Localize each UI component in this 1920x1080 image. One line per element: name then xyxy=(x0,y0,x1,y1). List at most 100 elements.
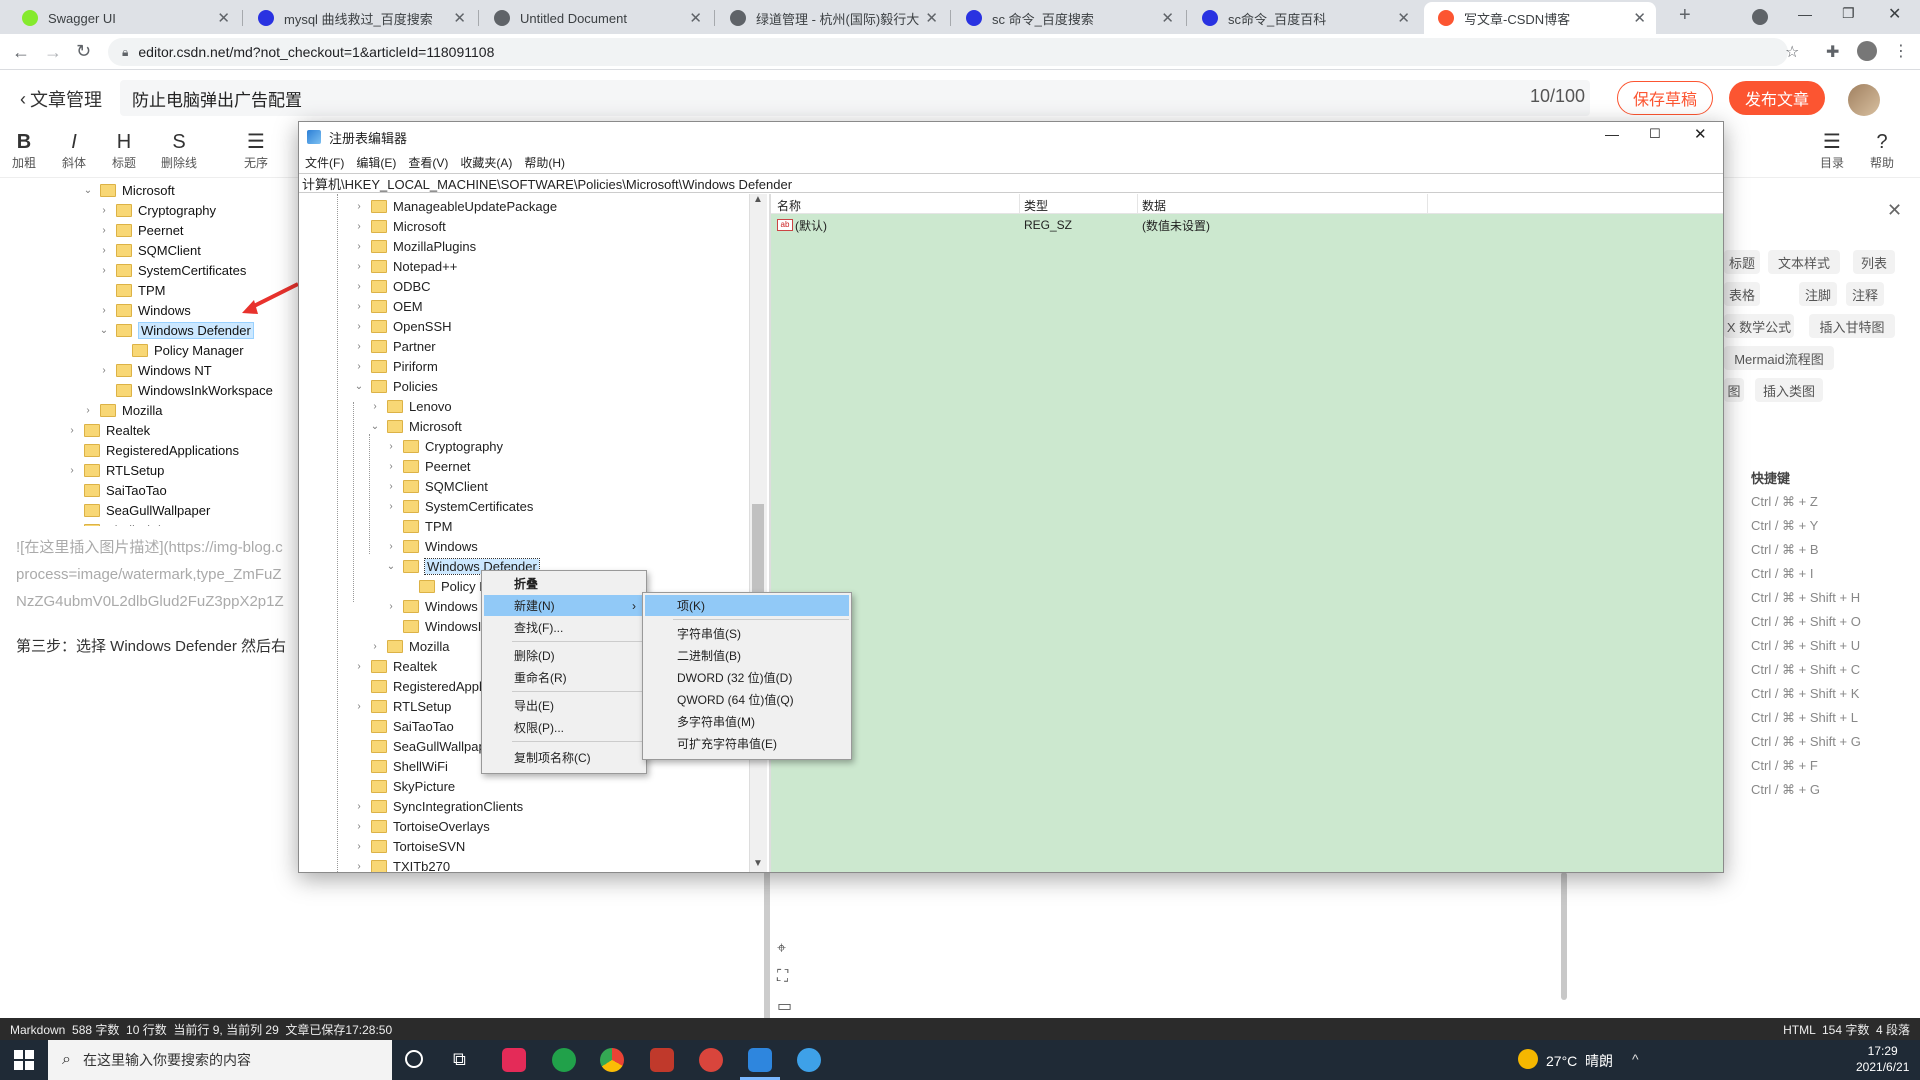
regedit-menu-item[interactable]: 查看(V) xyxy=(408,154,448,171)
preview-scrollbar[interactable] xyxy=(1561,872,1567,1000)
regedit-menu-item[interactable]: 文件(F) xyxy=(305,154,344,171)
markdown-image-source[interactable]: ![在这里插入图片描述](https://img-blog.c process=… xyxy=(16,534,284,615)
menu-collapse[interactable]: 折叠 xyxy=(484,573,644,594)
expand-chevron-icon[interactable]: › xyxy=(353,860,365,872)
editor-splitter[interactable] xyxy=(764,872,770,1018)
regedit-maximize-icon[interactable]: ☐ xyxy=(1649,126,1661,142)
registry-key-row[interactable]: › Lenovo xyxy=(369,396,451,416)
expand-chevron-icon[interactable] xyxy=(401,580,413,592)
close-tab-icon[interactable]: ✕ xyxy=(1397,9,1410,27)
registry-key-row[interactable]: › Windows xyxy=(385,536,477,556)
registry-key-row[interactable]: › Realtek xyxy=(353,656,437,676)
sync-scroll-icon[interactable]: ⌖ xyxy=(777,940,786,958)
syntax-chip[interactable]: 注脚 xyxy=(1799,282,1837,306)
registry-key-row[interactable]: › ODBC xyxy=(353,276,430,296)
close-tab-icon[interactable]: ✕ xyxy=(1161,9,1174,27)
close-tab-icon[interactable]: ✕ xyxy=(1633,9,1646,27)
registry-key-row[interactable]: › Windows I xyxy=(385,596,485,616)
syntax-chip[interactable]: X 数学公式 xyxy=(1724,314,1794,338)
registry-key-row[interactable]: SeaGullWallpap xyxy=(353,736,486,756)
registry-key-row[interactable]: › Microsoft xyxy=(353,216,445,236)
toolbar-button[interactable]: ? 帮助 xyxy=(1860,130,1904,171)
minimize-icon[interactable]: — xyxy=(1798,6,1812,22)
menu-permissions[interactable]: 权限(P)... xyxy=(484,717,644,738)
registry-key-row[interactable]: › SystemCertificates xyxy=(385,496,533,516)
column-divider[interactable] xyxy=(1137,194,1138,214)
expand-chevron-icon[interactable]: › xyxy=(353,280,365,292)
article-manage-link[interactable]: ‹ 文章管理 xyxy=(20,86,102,112)
regedit-minimize-icon[interactable]: — xyxy=(1605,126,1619,142)
toolbar-button[interactable]: ☰ 目录 xyxy=(1810,130,1854,171)
expand-chevron-icon[interactable] xyxy=(353,720,365,732)
expand-chevron-icon[interactable]: ⌄ xyxy=(353,380,365,392)
app-icon[interactable] xyxy=(699,1048,723,1072)
regedit-address-bar[interactable]: 计算机\HKEY_LOCAL_MACHINE\SOFTWARE\Policies… xyxy=(299,173,1723,193)
registry-key-row[interactable]: › TXITb270 xyxy=(353,856,450,872)
registry-key-row[interactable]: › Notepad++ xyxy=(353,256,457,276)
menu-rename[interactable]: 重命名(R) xyxy=(484,667,644,688)
registry-key-row[interactable]: ⌄ Policies xyxy=(353,376,438,396)
expand-chevron-icon[interactable] xyxy=(353,760,365,772)
browser-tab[interactable]: sc 命令_百度搜索 ✕ xyxy=(952,2,1184,34)
fullscreen-icon[interactable]: ⛶ xyxy=(777,968,788,986)
expand-chevron-icon[interactable]: › xyxy=(385,600,397,612)
publish-button[interactable]: 发布文章 xyxy=(1729,81,1825,115)
url-field[interactable]: 🔒︎ editor.csdn.net/md?not_checkout=1&art… xyxy=(108,38,1788,66)
expand-chevron-icon[interactable]: › xyxy=(385,500,397,512)
step-three-text[interactable]: 第三步：选择 Windows Defender 然后右 xyxy=(16,635,286,656)
registry-key-row[interactable]: › MozillaPlugins xyxy=(353,236,476,256)
menu-new[interactable]: 新建(N) › xyxy=(484,595,644,616)
registry-key-row[interactable]: ⌄ Microsoft xyxy=(369,416,462,436)
expand-chevron-icon[interactable]: › xyxy=(385,440,397,452)
expand-chevron-icon[interactable]: › xyxy=(385,460,397,472)
column-data[interactable]: 数据 xyxy=(1142,197,1166,214)
app-icon[interactable] xyxy=(797,1048,821,1072)
registry-key-row[interactable]: RegisteredAppl xyxy=(353,676,482,696)
regedit-titlebar[interactable]: 注册表编辑器 — ☐ ✕ xyxy=(299,122,1723,152)
expand-chevron-icon[interactable]: › xyxy=(353,300,365,312)
registry-key-row[interactable]: › ManageableUpdatePackage xyxy=(353,196,557,216)
expand-chevron-icon[interactable]: › xyxy=(353,320,365,332)
save-draft-button[interactable]: 保存草稿 xyxy=(1617,81,1713,115)
toolbar-button[interactable]: ☰ 无序 xyxy=(234,130,278,171)
submenu-binary-value[interactable]: 二进制值(B) xyxy=(645,645,849,666)
syntax-chip[interactable]: 注释 xyxy=(1846,282,1884,306)
expand-chevron-icon[interactable]: › xyxy=(385,540,397,552)
submenu-multi-string-value[interactable]: 多字符串值(M) xyxy=(645,711,849,732)
expand-chevron-icon[interactable]: › xyxy=(353,360,365,372)
back-icon[interactable]: ← xyxy=(12,42,30,63)
registry-key-row[interactable]: › RTLSetup xyxy=(353,696,451,716)
browser-tab[interactable]: 写文章-CSDN博客 ✕ xyxy=(1424,2,1656,34)
tab-search-icon[interactable] xyxy=(1752,9,1768,25)
scroll-up-icon[interactable]: ▲ xyxy=(753,194,763,205)
registry-key-row[interactable]: › OEM xyxy=(353,296,422,316)
expand-chevron-icon[interactable]: › xyxy=(385,480,397,492)
expand-chevron-icon[interactable]: › xyxy=(369,400,381,412)
clock[interactable]: 17:29 2021/6/21 xyxy=(1856,1043,1909,1075)
close-tab-icon[interactable]: ✕ xyxy=(217,9,230,27)
app-icon[interactable] xyxy=(650,1048,674,1072)
user-avatar[interactable] xyxy=(1848,84,1880,116)
tray-overflow-icon[interactable]: ^ xyxy=(1632,1051,1639,1067)
regedit-taskbar-icon[interactable] xyxy=(748,1048,772,1072)
expand-chevron-icon[interactable]: ⌄ xyxy=(385,560,397,572)
value-row[interactable]: ab (默认) REG_SZ (数值未设置) xyxy=(771,215,1411,235)
column-type[interactable]: 类型 xyxy=(1024,197,1048,214)
toolbar-button[interactable]: I 斜体 xyxy=(52,130,96,171)
column-name[interactable]: 名称 xyxy=(777,197,801,214)
registry-key-row[interactable]: TPM xyxy=(385,516,452,536)
taskbar-search-box[interactable]: ⌕ 在这里输入你要搜索的内容 xyxy=(48,1040,392,1080)
task-view-icon[interactable]: ⧉ xyxy=(453,1049,466,1070)
expand-chevron-icon[interactable]: › xyxy=(353,240,365,252)
syntax-chip[interactable]: 插入类图 xyxy=(1755,378,1823,402)
registry-key-row[interactable]: › Mozilla xyxy=(369,636,449,656)
expand-chevron-icon[interactable] xyxy=(385,520,397,532)
syntax-chip[interactable]: 标题 xyxy=(1724,250,1760,274)
registry-key-row[interactable]: › SyncIntegrationClients xyxy=(353,796,523,816)
close-window-icon[interactable]: ✕ xyxy=(1888,4,1901,24)
registry-key-row[interactable]: › TortoiseOverlays xyxy=(353,816,489,836)
extensions-icon[interactable]: ✚ xyxy=(1826,42,1839,62)
new-tab-button[interactable]: + xyxy=(1679,4,1691,27)
submenu-key[interactable]: 项(K) xyxy=(645,595,849,616)
registry-key-row[interactable]: › Cryptography xyxy=(385,436,503,456)
